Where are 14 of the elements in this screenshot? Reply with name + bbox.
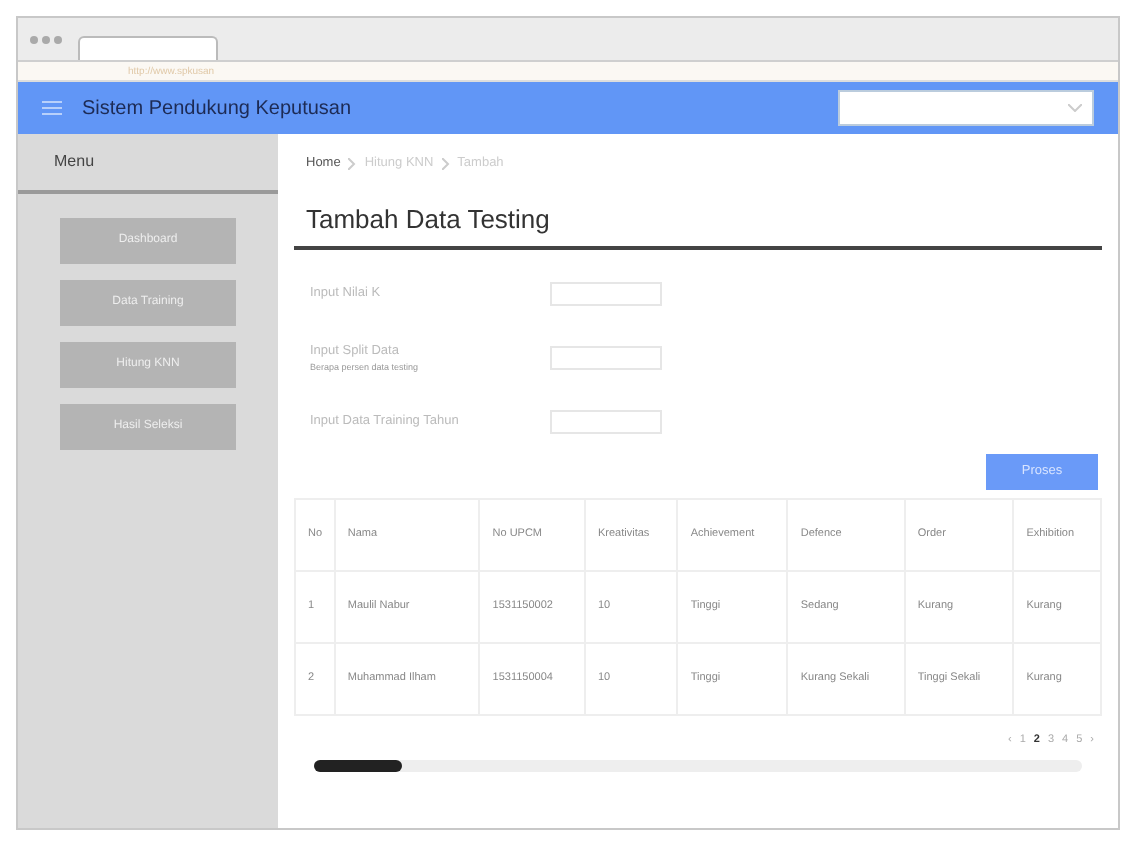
scrollbar-thumb[interactable] xyxy=(314,760,402,773)
browser-tab[interactable] xyxy=(78,36,218,60)
app-title: Sistem Pendukung Keputusan xyxy=(82,95,352,123)
window-controls-icon xyxy=(30,35,62,43)
chevron-right-icon xyxy=(348,158,357,170)
input-field[interactable] xyxy=(550,346,662,370)
input-field[interactable] xyxy=(550,282,662,306)
input-field[interactable] xyxy=(550,410,662,434)
header-dropdown[interactable] xyxy=(838,90,1094,126)
chevron-down-icon xyxy=(1068,104,1082,112)
sidebar-title: Menu xyxy=(54,150,95,174)
chevron-right-icon xyxy=(441,158,450,170)
page-title: Tambah Data Testing xyxy=(306,202,550,239)
menu-icon[interactable] xyxy=(42,100,62,116)
